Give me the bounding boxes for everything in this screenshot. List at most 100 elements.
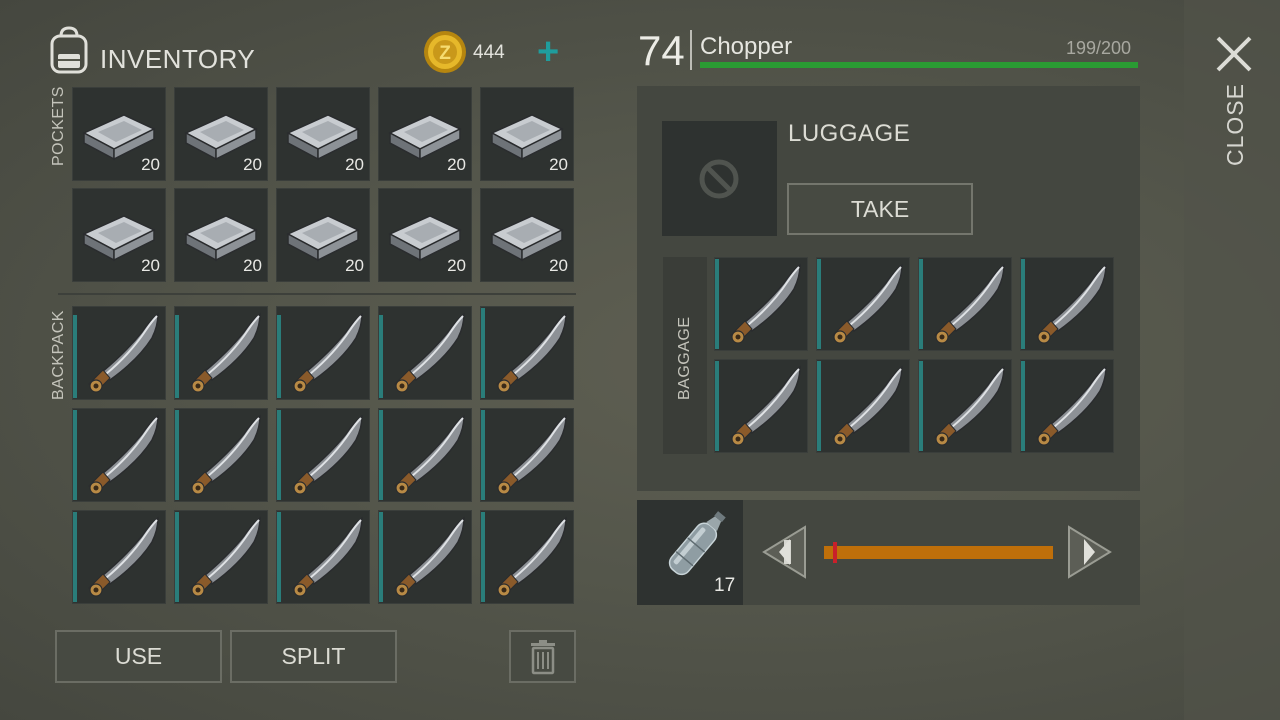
pocket-slot[interactable]: 20 (378, 87, 472, 181)
chopper-icon (832, 365, 903, 446)
durability-bar (1021, 361, 1025, 451)
chopper-icon (1036, 365, 1107, 446)
coin-count: 444 (473, 42, 505, 63)
chopper-icon (88, 516, 159, 597)
backpack-slot[interactable] (276, 408, 370, 502)
pocket-slot[interactable]: 20 (276, 188, 370, 282)
item-count: 20 (345, 155, 364, 174)
pocket-slot[interactable]: 20 (276, 87, 370, 181)
arrow-right-icon (1068, 525, 1112, 579)
durability-bar (715, 361, 719, 451)
backpack-slot[interactable] (378, 306, 472, 400)
backpack-slot[interactable] (276, 510, 370, 604)
durability-bar (919, 361, 923, 451)
baggage-slot[interactable] (1020, 257, 1114, 351)
increase-arrow-button[interactable] (1066, 525, 1114, 579)
trash-button[interactable] (509, 630, 576, 683)
backpack-slot[interactable] (174, 510, 268, 604)
item-count: 20 (141, 155, 160, 174)
durability-bar (379, 410, 383, 500)
item-durability-bar (700, 62, 1138, 68)
close-button[interactable]: CLOSE (1222, 83, 1249, 166)
backpack-slot[interactable] (378, 408, 472, 502)
pocket-slot[interactable]: 20 (480, 87, 574, 181)
chopper-icon (292, 414, 363, 495)
baggage-label: BAGGAGE (676, 316, 693, 400)
pocket-slot[interactable]: 20 (480, 188, 574, 282)
durability-bar (817, 259, 821, 349)
item-count: 20 (549, 155, 568, 174)
quantity-slider-track[interactable] (824, 546, 1053, 559)
chopper-icon (292, 516, 363, 597)
item-count: 20 (243, 155, 262, 174)
durability-bar (817, 361, 821, 451)
backpack-slot[interactable] (378, 510, 472, 604)
chopper-icon (394, 414, 465, 495)
chopper-icon (934, 365, 1005, 446)
durability-bar (481, 308, 485, 398)
durability-bar (919, 259, 923, 349)
chopper-icon (832, 263, 903, 344)
svg-text:Z: Z (439, 43, 451, 64)
baggage-slot[interactable] (816, 359, 910, 453)
pocket-slot[interactable]: 20 (378, 188, 472, 282)
take-button[interactable]: TAKE (787, 183, 973, 235)
durability-bar (175, 512, 179, 602)
pocket-slot[interactable]: 20 (72, 87, 166, 181)
chopper-icon (496, 516, 567, 597)
durability-bar (175, 410, 179, 500)
durability-bar (1021, 259, 1025, 349)
split-button[interactable]: SPLIT (230, 630, 397, 683)
chopper-icon (88, 312, 159, 393)
baggage-slot[interactable] (816, 257, 910, 351)
decrease-arrow-button[interactable] (760, 525, 808, 579)
baggage-slot[interactable] (1020, 359, 1114, 453)
backpack-slot[interactable] (174, 408, 268, 502)
baggage-slot[interactable] (714, 257, 808, 351)
durability-bar (277, 315, 281, 398)
add-coins-button[interactable]: + (537, 32, 559, 72)
backpack-icon (46, 26, 92, 74)
backpack-slot[interactable] (480, 408, 574, 502)
chopper-icon (496, 312, 567, 393)
durability-bar (73, 315, 77, 398)
backpack-slot[interactable] (174, 306, 268, 400)
pocket-slot[interactable]: 20 (174, 87, 268, 181)
section-divider (58, 293, 576, 295)
luggage-title: LUGGAGE (788, 120, 911, 147)
backpack-slot[interactable] (480, 510, 574, 604)
level-separator (690, 30, 692, 70)
durability-bar (277, 410, 281, 500)
quantity-slider-handle[interactable] (833, 542, 837, 563)
use-button[interactable]: USE (55, 630, 222, 683)
backpack-slot[interactable] (276, 306, 370, 400)
durability-bar (277, 512, 281, 602)
item-count: 20 (447, 155, 466, 174)
no-entry-icon (699, 159, 739, 199)
chopper-icon (190, 414, 261, 495)
backpack-label: BACKPACK (50, 310, 67, 400)
water-bottle-count: 17 (714, 575, 736, 596)
chopper-icon (1036, 263, 1107, 344)
baggage-slot[interactable] (918, 359, 1012, 453)
durability-bar (73, 512, 77, 602)
pocket-slot[interactable]: 20 (72, 188, 166, 282)
pocket-slot[interactable]: 20 (174, 188, 268, 282)
backpack-slot[interactable] (72, 408, 166, 502)
durability-bar (73, 410, 77, 500)
baggage-slot[interactable] (714, 359, 808, 453)
backpack-slot[interactable] (72, 510, 166, 604)
durability-bar (379, 512, 383, 602)
backpack-slot[interactable] (480, 306, 574, 400)
item-level: 74 (638, 27, 685, 74)
backpack-slot[interactable] (72, 306, 166, 400)
arrow-left-icon (762, 525, 806, 579)
chopper-icon (934, 263, 1005, 344)
chopper-icon (190, 312, 261, 393)
durability-bar (481, 512, 485, 602)
item-durability-text: 199/200 (1066, 38, 1132, 58)
baggage-slot[interactable] (918, 257, 1012, 351)
close-icon[interactable] (1214, 34, 1254, 74)
inventory-title: INVENTORY (100, 44, 256, 74)
item-count: 20 (447, 256, 466, 275)
